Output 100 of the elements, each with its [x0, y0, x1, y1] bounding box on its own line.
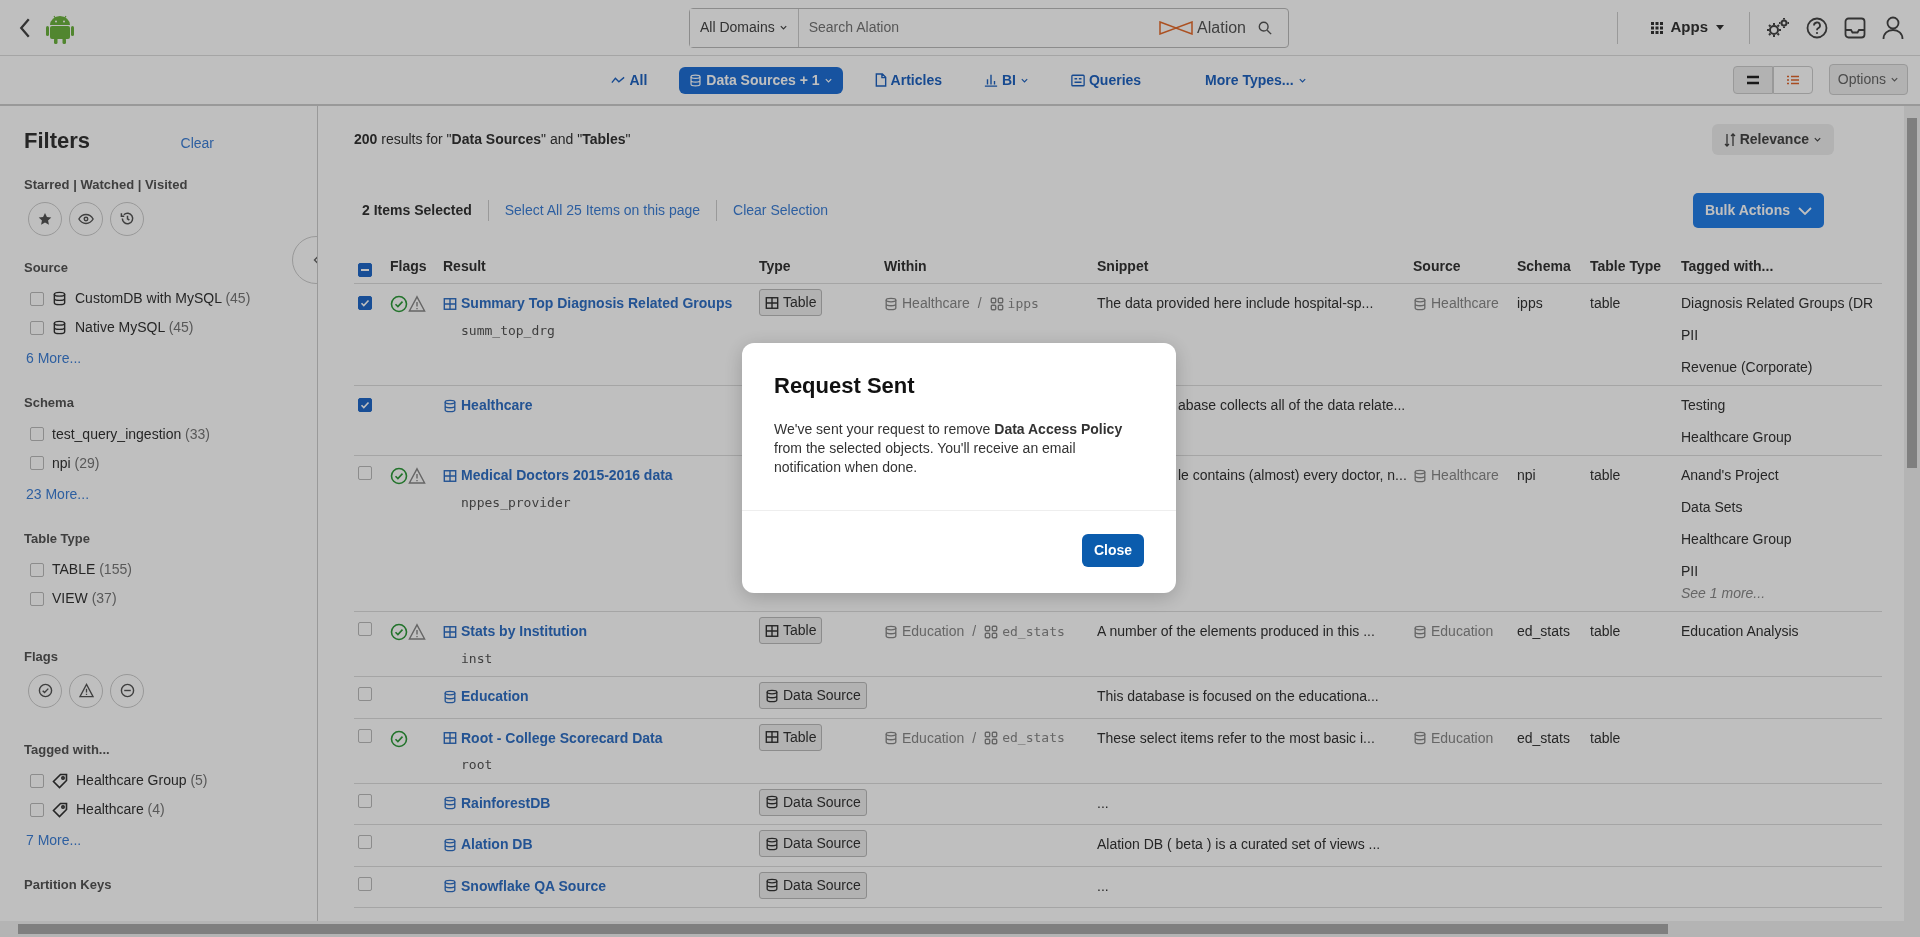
check-circle-icon	[390, 467, 408, 486]
checkmark-icon	[360, 400, 370, 410]
show-more-link[interactable]: 6 More...	[26, 348, 82, 369]
tag-label[interactable]: Healthcare Group	[1681, 429, 1792, 445]
schema-icon	[984, 731, 999, 745]
result-title-link[interactable]: Stats by Institution	[461, 621, 587, 642]
checkbox[interactable]	[358, 793, 372, 808]
warning-icon	[408, 623, 426, 642]
filter-option[interactable]: TABLE (155)	[52, 559, 132, 580]
result-title-link[interactable]: RainforestDB	[461, 792, 551, 814]
column-header: Type	[759, 258, 791, 274]
filter-toggle[interactable]	[69, 201, 103, 236]
checkbox[interactable]	[30, 320, 44, 335]
checkbox[interactable]	[358, 466, 372, 480]
table-type: table	[1590, 467, 1621, 483]
checkbox[interactable]	[358, 835, 372, 849]
filter-option[interactable]: Native MySQL (45)	[75, 317, 194, 338]
snippet-text: ...	[1097, 876, 1109, 896]
checkbox[interactable]	[358, 296, 372, 310]
type-tab[interactable]: Queries	[1060, 66, 1152, 94]
see-more-tags-link[interactable]: See 1 more...	[1681, 583, 1878, 603]
filter-option[interactable]: test_query_ingestion (33)	[52, 423, 210, 445]
domain-dropdown[interactable]: All Domains	[690, 8, 799, 47]
type-tab[interactable]: More Types...	[1195, 66, 1317, 94]
caret-icon	[1890, 75, 1899, 84]
options-menu[interactable]: Options	[1828, 64, 1908, 95]
result-title-link[interactable]: Alation DB	[461, 834, 533, 855]
results-summary: 200 results for "Data Sources" and "Tables"	[354, 130, 631, 149]
checkbox[interactable]	[358, 398, 372, 412]
trend-line-icon	[611, 75, 626, 85]
result-title-link[interactable]: Root - College Scorecard Data	[461, 727, 663, 749]
show-more-link[interactable]: 7 More...	[26, 830, 82, 851]
result-title-link[interactable]: Education	[461, 686, 529, 707]
horizontal-scrollbar[interactable]	[0, 921, 1920, 937]
filter-option[interactable]: Healthcare Group (5)	[76, 770, 208, 791]
tag-label[interactable]: Revenue (Corporate)	[1681, 359, 1813, 375]
filter-toggle[interactable]	[28, 673, 62, 708]
filter-option[interactable]: Healthcare (4)	[76, 799, 165, 820]
result-title-link[interactable]: Medical Doctors 2015-2016 data	[461, 465, 673, 486]
checkbox[interactable]	[30, 562, 44, 577]
tag-label[interactable]: Testing	[1681, 397, 1726, 413]
checkbox[interactable]	[358, 687, 372, 701]
filter-toggle[interactable]	[110, 201, 144, 236]
filter-option[interactable]: VIEW (37)	[52, 588, 117, 609]
view-toggle[interactable]	[1772, 65, 1813, 94]
database-icon	[1413, 731, 1427, 745]
checkbox[interactable]	[30, 291, 44, 306]
filter-option[interactable]: npi (29)	[52, 452, 100, 474]
type-tab[interactable]: Articles	[864, 66, 952, 94]
sort-icon	[1723, 132, 1736, 147]
type-tab[interactable]: Data Sources + 1	[679, 66, 843, 94]
tag-label[interactable]: Anand's Project	[1681, 467, 1779, 483]
filter-toggle[interactable]	[110, 673, 144, 708]
select-all-link[interactable]: Select All 25 Items on this page	[488, 200, 718, 221]
filter-toggle[interactable]	[69, 673, 103, 708]
sort-dropdown[interactable]: Relevance	[1711, 124, 1834, 155]
checkbox[interactable]	[358, 876, 372, 891]
tag-label[interactable]: Diagnosis Related Groups (DR	[1681, 295, 1874, 311]
tag-label[interactable]: PII	[1681, 563, 1699, 579]
checkbox[interactable]	[30, 802, 44, 817]
close-button[interactable]: Close	[1081, 534, 1144, 567]
clear-filters-link[interactable]: Clear	[180, 133, 214, 154]
database-icon	[884, 296, 898, 311]
bulk-actions-button[interactable]: Bulk Actions	[1692, 193, 1824, 228]
database-icon	[884, 731, 898, 745]
filter-heading: Schema	[24, 394, 74, 412]
table-name: root	[461, 756, 494, 774]
check-circle-icon	[390, 295, 408, 314]
result-title-link[interactable]: Summary Top Diagnosis Related Groups	[461, 293, 733, 314]
type-tab[interactable]: All	[601, 66, 658, 94]
filter-toggle[interactable]	[28, 201, 62, 236]
checkbox[interactable]	[30, 591, 44, 606]
checkbox[interactable]	[30, 427, 44, 441]
clear-selection-link[interactable]: Clear Selection	[717, 200, 844, 221]
bowtie-logo-icon	[1159, 20, 1194, 35]
result-title-link[interactable]: Healthcare	[461, 395, 533, 416]
result-title-link[interactable]: Snowflake QA Source	[461, 875, 606, 897]
select-all-checkbox[interactable]	[358, 263, 372, 277]
checkbox[interactable]	[30, 773, 44, 788]
table-type: table	[1590, 729, 1621, 746]
help-icon[interactable]	[1806, 16, 1828, 39]
view-toggle[interactable]	[1732, 65, 1773, 94]
tag-icon	[52, 772, 68, 789]
filter-heading: Table Type	[24, 529, 90, 548]
tag-label[interactable]: Data Sets	[1681, 499, 1743, 515]
filter-option[interactable]: CustomDB with MySQL (45)	[75, 288, 251, 309]
type-tab[interactable]: BI	[973, 66, 1039, 94]
tag-label[interactable]: Education Analysis	[1681, 623, 1799, 639]
apps-menu[interactable]: Apps	[1641, 11, 1733, 44]
show-more-link[interactable]: 23 More...	[26, 483, 90, 505]
database-icon	[443, 879, 457, 893]
vertical-scrollbar[interactable]	[1904, 106, 1920, 921]
database-icon	[1413, 624, 1427, 639]
tag-label[interactable]: PII	[1681, 327, 1699, 343]
search-bar[interactable]: All Domains Search Alation Alation	[689, 7, 1289, 48]
checkbox[interactable]	[358, 728, 372, 743]
tag-label[interactable]: Healthcare Group	[1681, 531, 1792, 547]
checkbox[interactable]	[30, 456, 44, 470]
source-name: Education	[1431, 622, 1494, 641]
checkbox[interactable]	[358, 622, 372, 636]
